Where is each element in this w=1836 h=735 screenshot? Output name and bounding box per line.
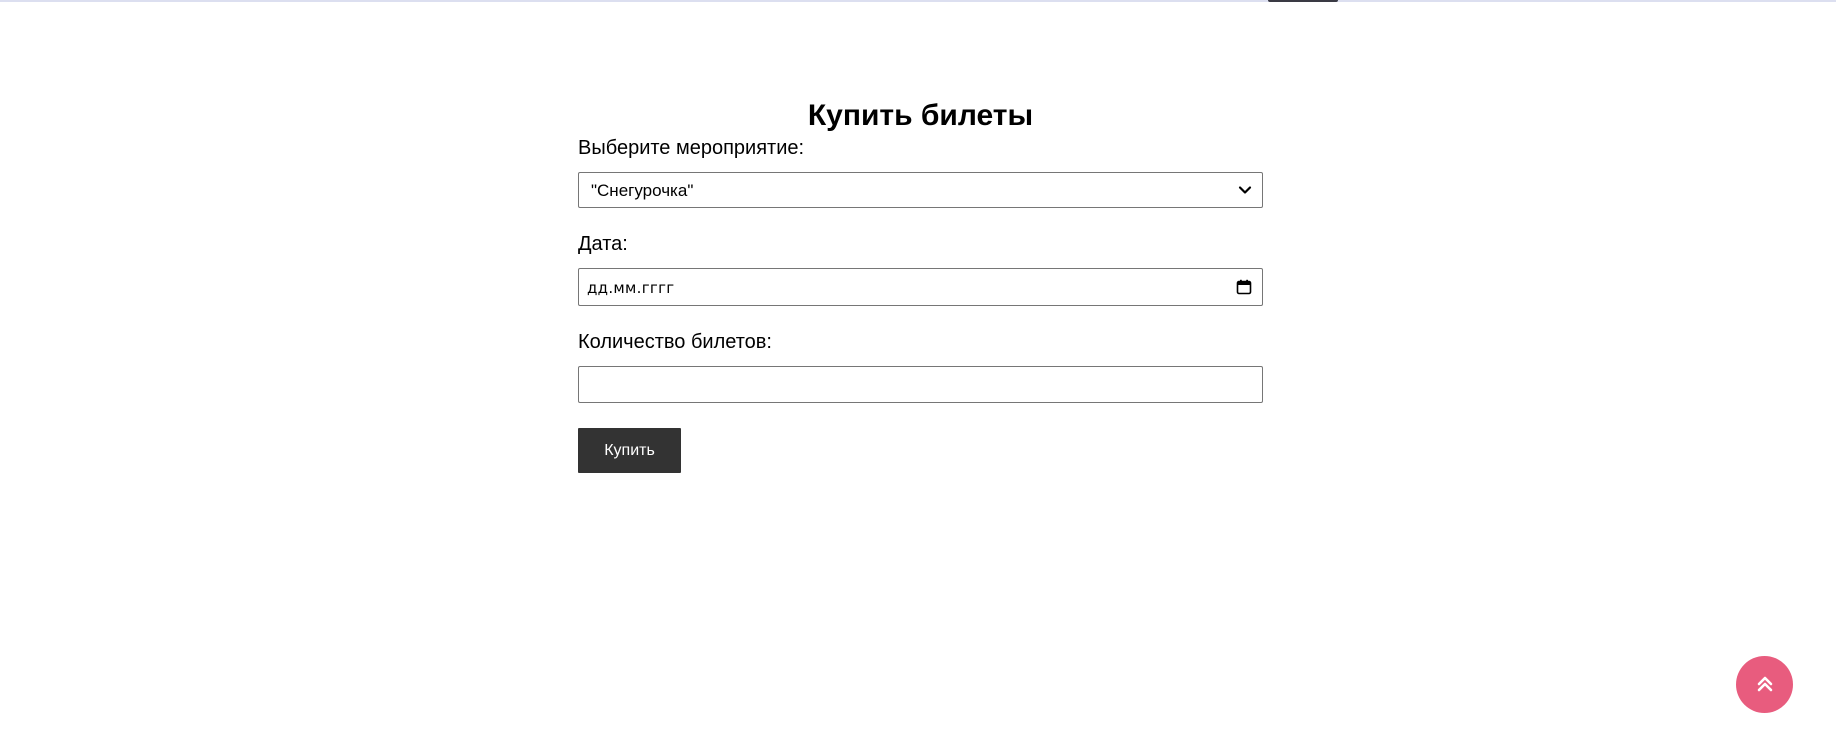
chevron-down-icon <box>1238 186 1252 194</box>
event-select-value: "Снегурочка" <box>591 181 694 200</box>
double-chevron-up-icon <box>1757 676 1773 692</box>
buy-button[interactable]: Купить <box>578 428 681 473</box>
header-decoration <box>1268 0 1338 2</box>
ticket-purchase-form: Купить билеты Выберите мероприятие: "Сне… <box>578 96 1263 473</box>
date-label: Дата: <box>578 233 628 255</box>
event-label: Выберите мероприятие: <box>578 137 805 159</box>
quantity-input[interactable] <box>578 366 1263 403</box>
scroll-to-top-button[interactable] <box>1736 656 1793 713</box>
quantity-label: Количество билетов: <box>578 331 772 353</box>
date-placeholder: дд.мм.гггг <box>587 279 675 297</box>
date-input[interactable]: дд.мм.гггг <box>578 268 1263 306</box>
top-strip <box>0 0 1836 2</box>
page-title: Купить билеты <box>807 99 1034 132</box>
calendar-icon[interactable] <box>1236 279 1252 295</box>
event-select[interactable]: "Снегурочка" <box>578 172 1263 208</box>
